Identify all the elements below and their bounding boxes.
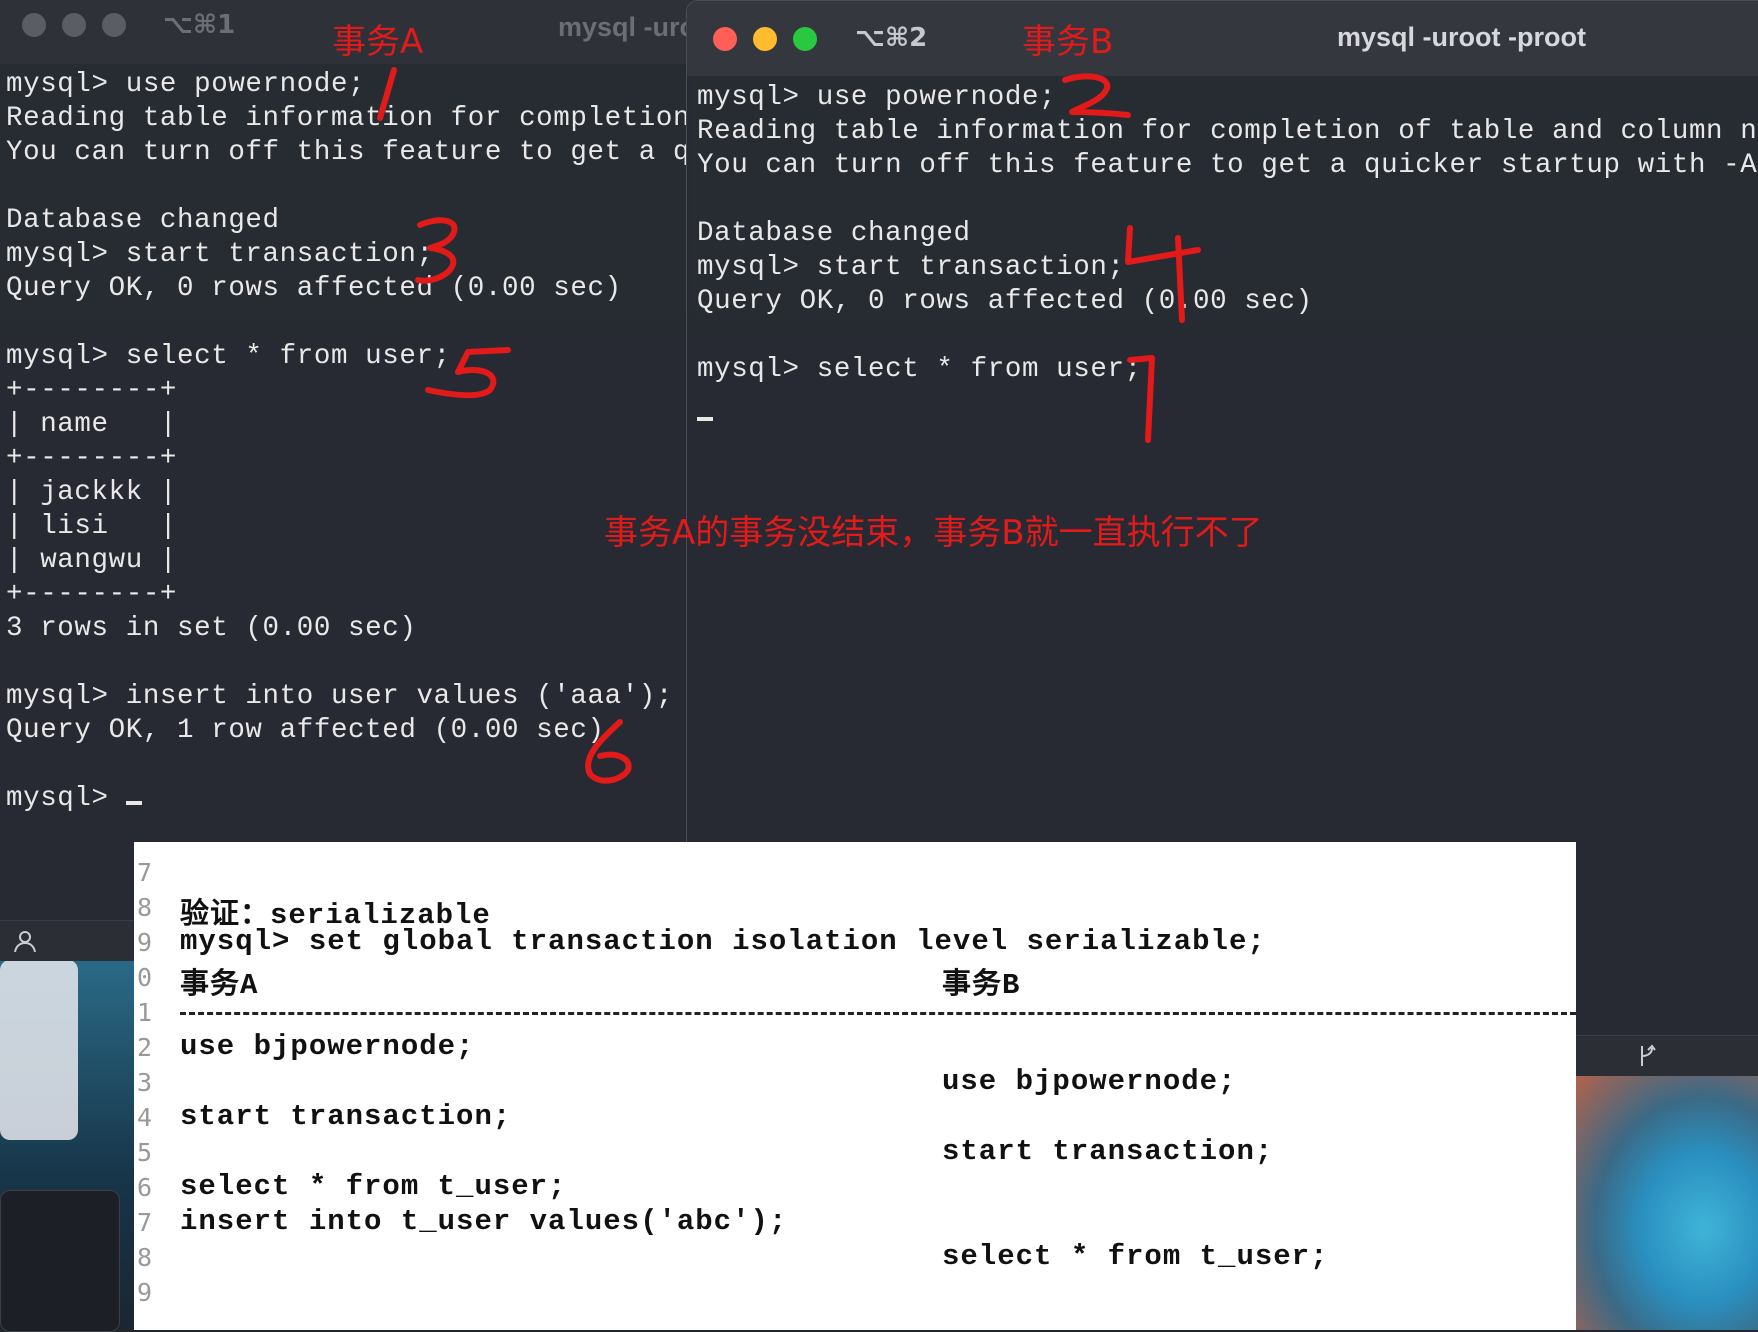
terminal-line: mysql> select * from user; (697, 354, 1142, 385)
terminal-line: | name | (6, 409, 178, 440)
terminal-line: mysql> (6, 782, 686, 816)
doc-line-number: 9 (137, 1278, 153, 1307)
window-a-status-bar (0, 920, 135, 961)
doc-header-a: 事务A (180, 969, 259, 1002)
annotation-label-b: 事务B (1022, 22, 1114, 62)
terminal-line: Database changed (6, 205, 280, 236)
terminal-line: mysql> select * from user; (6, 341, 451, 372)
terminal-line: mysql> insert into user values ('aaa'); (6, 681, 674, 712)
doc-a-start: start transaction; (180, 1100, 512, 1133)
minimize-button[interactable] (753, 27, 777, 51)
window-b-titlebar[interactable]: ⌥⌘2 mysql -uroot -proot (687, 1, 1758, 76)
terminal-cursor (697, 417, 713, 421)
terminal-line: mysql> use powernode; (697, 82, 1057, 113)
terminal-line: Query OK, 1 row affected (0.00 sec) (6, 715, 605, 746)
terminal-line: +--------+ (6, 579, 178, 610)
terminal-line: Query OK, 0 rows affected (0.00 sec) (697, 286, 1313, 317)
reference-document: 7890123456789 验证：serializable mysql> set… (134, 842, 1576, 1330)
doc-set-command: mysql> set global transaction isolation … (180, 925, 1266, 958)
terminal-line: Reading table information for completion… (6, 103, 686, 134)
terminal-window-a[interactable]: ⌥⌘1 mysql -uroot -proot mysql> use power… (0, 0, 690, 960)
terminal-line: +--------+ (6, 443, 178, 474)
zoom-button[interactable] (102, 13, 126, 37)
doc-b-use: use bjpowernode; (942, 1065, 1237, 1098)
desktop-wallpaper-right (1575, 1075, 1758, 1330)
doc-line-number: 6 (137, 1173, 153, 1202)
close-button[interactable] (713, 27, 737, 51)
zoom-button[interactable] (793, 27, 817, 51)
background-app-thumbnail[interactable] (0, 960, 78, 1140)
terminal-line: mysql> start transaction; (697, 252, 1125, 283)
branch-icon[interactable] (1637, 1044, 1657, 1068)
terminal-output-a[interactable]: mysql> use powernode; Reading table infor… (6, 68, 686, 848)
terminal-line: | jackkk | (6, 477, 178, 508)
window-title: mysql -uroot -proot (1337, 22, 1586, 52)
doc-a-use: use bjpowernode; (180, 1030, 475, 1063)
doc-line-number: 1 (137, 998, 153, 1027)
annotation-note: 事务A的事务没结束，事务B就一直执行不了 (604, 513, 1263, 553)
terminal-line: Reading table information for completion… (697, 116, 1757, 147)
terminal-line: Query OK, 0 rows affected (0.00 sec) (6, 273, 622, 304)
terminal-line: | lisi | (6, 511, 178, 542)
terminal-line: mysql> start transaction; (6, 239, 434, 270)
minimize-button[interactable] (62, 13, 86, 37)
doc-line-number: 8 (137, 893, 153, 922)
terminal-cursor (125, 801, 142, 805)
doc-line-number: 7 (137, 858, 153, 887)
doc-header-b: 事务B (942, 969, 1021, 1002)
terminal-output-b[interactable]: mysql> use powernode; Reading table infor… (697, 81, 1757, 461)
doc-line-number: 0 (137, 963, 153, 992)
doc-line-number: 9 (137, 928, 153, 957)
annotation-label-a: 事务A (332, 22, 424, 62)
close-button[interactable] (22, 13, 46, 37)
window-shortcut: ⌥⌘2 (855, 23, 928, 53)
user-icon[interactable] (12, 928, 38, 954)
doc-divider (180, 1012, 1576, 1015)
doc-line-number: 2 (137, 1033, 153, 1062)
window-shortcut: ⌥⌘1 (163, 10, 236, 40)
doc-b-select: select * from t_user; (942, 1240, 1329, 1273)
doc-line-number: 4 (137, 1103, 153, 1132)
doc-line-number: 8 (137, 1243, 153, 1272)
doc-line-number: 7 (137, 1208, 153, 1237)
terminal-line: You can turn off this feature to get a q… (6, 137, 686, 168)
doc-line-number: 5 (137, 1138, 153, 1167)
terminal-line: Database changed (697, 218, 971, 249)
doc-a-select: select * from t_user; (180, 1170, 567, 1203)
terminal-line: mysql> use powernode; (6, 69, 366, 100)
doc-a-insert: insert into t_user values('abc'); (180, 1205, 788, 1238)
window-b-status-bar (1575, 1035, 1758, 1076)
terminal-line: 3 rows in set (0.00 sec) (6, 613, 417, 644)
terminal-line: You can turn off this feature to get a q… (697, 150, 1757, 181)
background-terminal-thumbnail[interactable] (0, 1190, 120, 1332)
doc-b-start: start transaction; (942, 1135, 1274, 1168)
terminal-line: +--------+ (6, 375, 178, 406)
terminal-line: | wangwu | (6, 545, 178, 576)
doc-line-number: 3 (137, 1068, 153, 1097)
window-title: mysql -uroot -proot (558, 12, 686, 42)
